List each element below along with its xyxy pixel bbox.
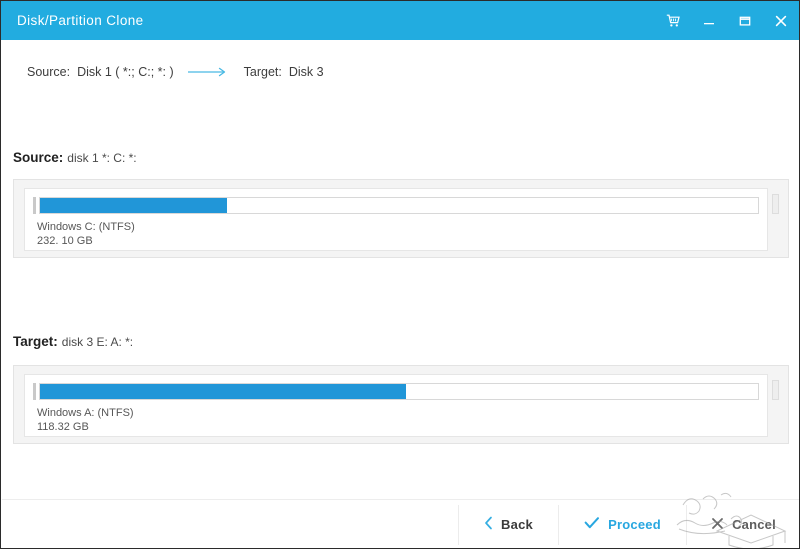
title-bar: Disk/Partition Clone <box>1 1 800 40</box>
back-button-label: Back <box>501 517 533 532</box>
summary-target-value: Disk 3 <box>289 65 324 79</box>
source-disk-card[interactable]: Windows C: (NTFS) 232. 10 GB <box>24 188 768 251</box>
target-disk-box: Windows A: (NTFS) 118.32 GB <box>13 365 789 444</box>
disk-partition-clone-window: Disk/Partition Clone <box>0 0 800 549</box>
target-partition-fill <box>40 384 406 399</box>
source-heading-subtitle: disk 1 *: C: *: <box>67 151 136 165</box>
window-controls <box>663 1 791 40</box>
target-partition-bar-row <box>33 383 759 400</box>
source-disk-box: Windows C: (NTFS) 232. 10 GB <box>13 179 789 258</box>
chevron-left-icon <box>484 516 493 533</box>
proceed-button[interactable]: Proceed <box>559 500 686 549</box>
minimize-button[interactable] <box>699 11 719 31</box>
window-title: Disk/Partition Clone <box>17 13 144 28</box>
proceed-button-label: Proceed <box>608 517 661 532</box>
source-partition-name: Windows C: (NTFS) <box>37 220 135 234</box>
target-section-heading: Target: disk 3 E: A: *: <box>13 334 133 349</box>
long-right-arrow-icon <box>188 67 230 77</box>
target-partition-name: Windows A: (NTFS) <box>37 406 134 420</box>
source-bar-handle[interactable] <box>33 197 36 214</box>
source-scroll-thumb[interactable] <box>772 194 779 214</box>
clone-summary-bar: Source: Disk 1 ( *:; C:; *: ) Target: Di… <box>1 40 800 103</box>
target-partition-size: 118.32 GB <box>37 420 134 434</box>
cancel-button[interactable]: Cancel <box>687 500 800 549</box>
source-partition-track[interactable] <box>39 197 759 214</box>
summary-source-label: Source: <box>27 65 70 79</box>
target-disk-card[interactable]: Windows A: (NTFS) 118.32 GB <box>24 374 768 437</box>
source-section-heading: Source: disk 1 *: C: *: <box>13 150 137 165</box>
target-bar-handle[interactable] <box>33 383 36 400</box>
source-partition-info: Windows C: (NTFS) 232. 10 GB <box>37 220 135 248</box>
target-heading-title: Target: <box>13 334 58 349</box>
target-partition-info: Windows A: (NTFS) 118.32 GB <box>37 406 134 434</box>
source-heading-title: Source: <box>13 150 63 165</box>
cart-icon[interactable] <box>663 11 683 31</box>
target-partition-track[interactable] <box>39 383 759 400</box>
target-heading-subtitle: disk 3 E: A: *: <box>62 335 133 349</box>
cancel-button-label: Cancel <box>732 517 776 532</box>
check-icon <box>584 516 600 533</box>
close-x-icon <box>711 517 724 533</box>
source-partition-bar-row <box>33 197 759 214</box>
summary-source-value: Disk 1 ( *:; C:; *: ) <box>77 65 174 79</box>
close-button[interactable] <box>771 11 791 31</box>
summary-target-label: Target: <box>244 65 282 79</box>
source-partition-size: 232. 10 GB <box>37 234 135 248</box>
back-button[interactable]: Back <box>459 500 558 549</box>
target-scroll-thumb[interactable] <box>772 380 779 400</box>
source-partition-fill <box>40 198 227 213</box>
maximize-button[interactable] <box>735 11 755 31</box>
